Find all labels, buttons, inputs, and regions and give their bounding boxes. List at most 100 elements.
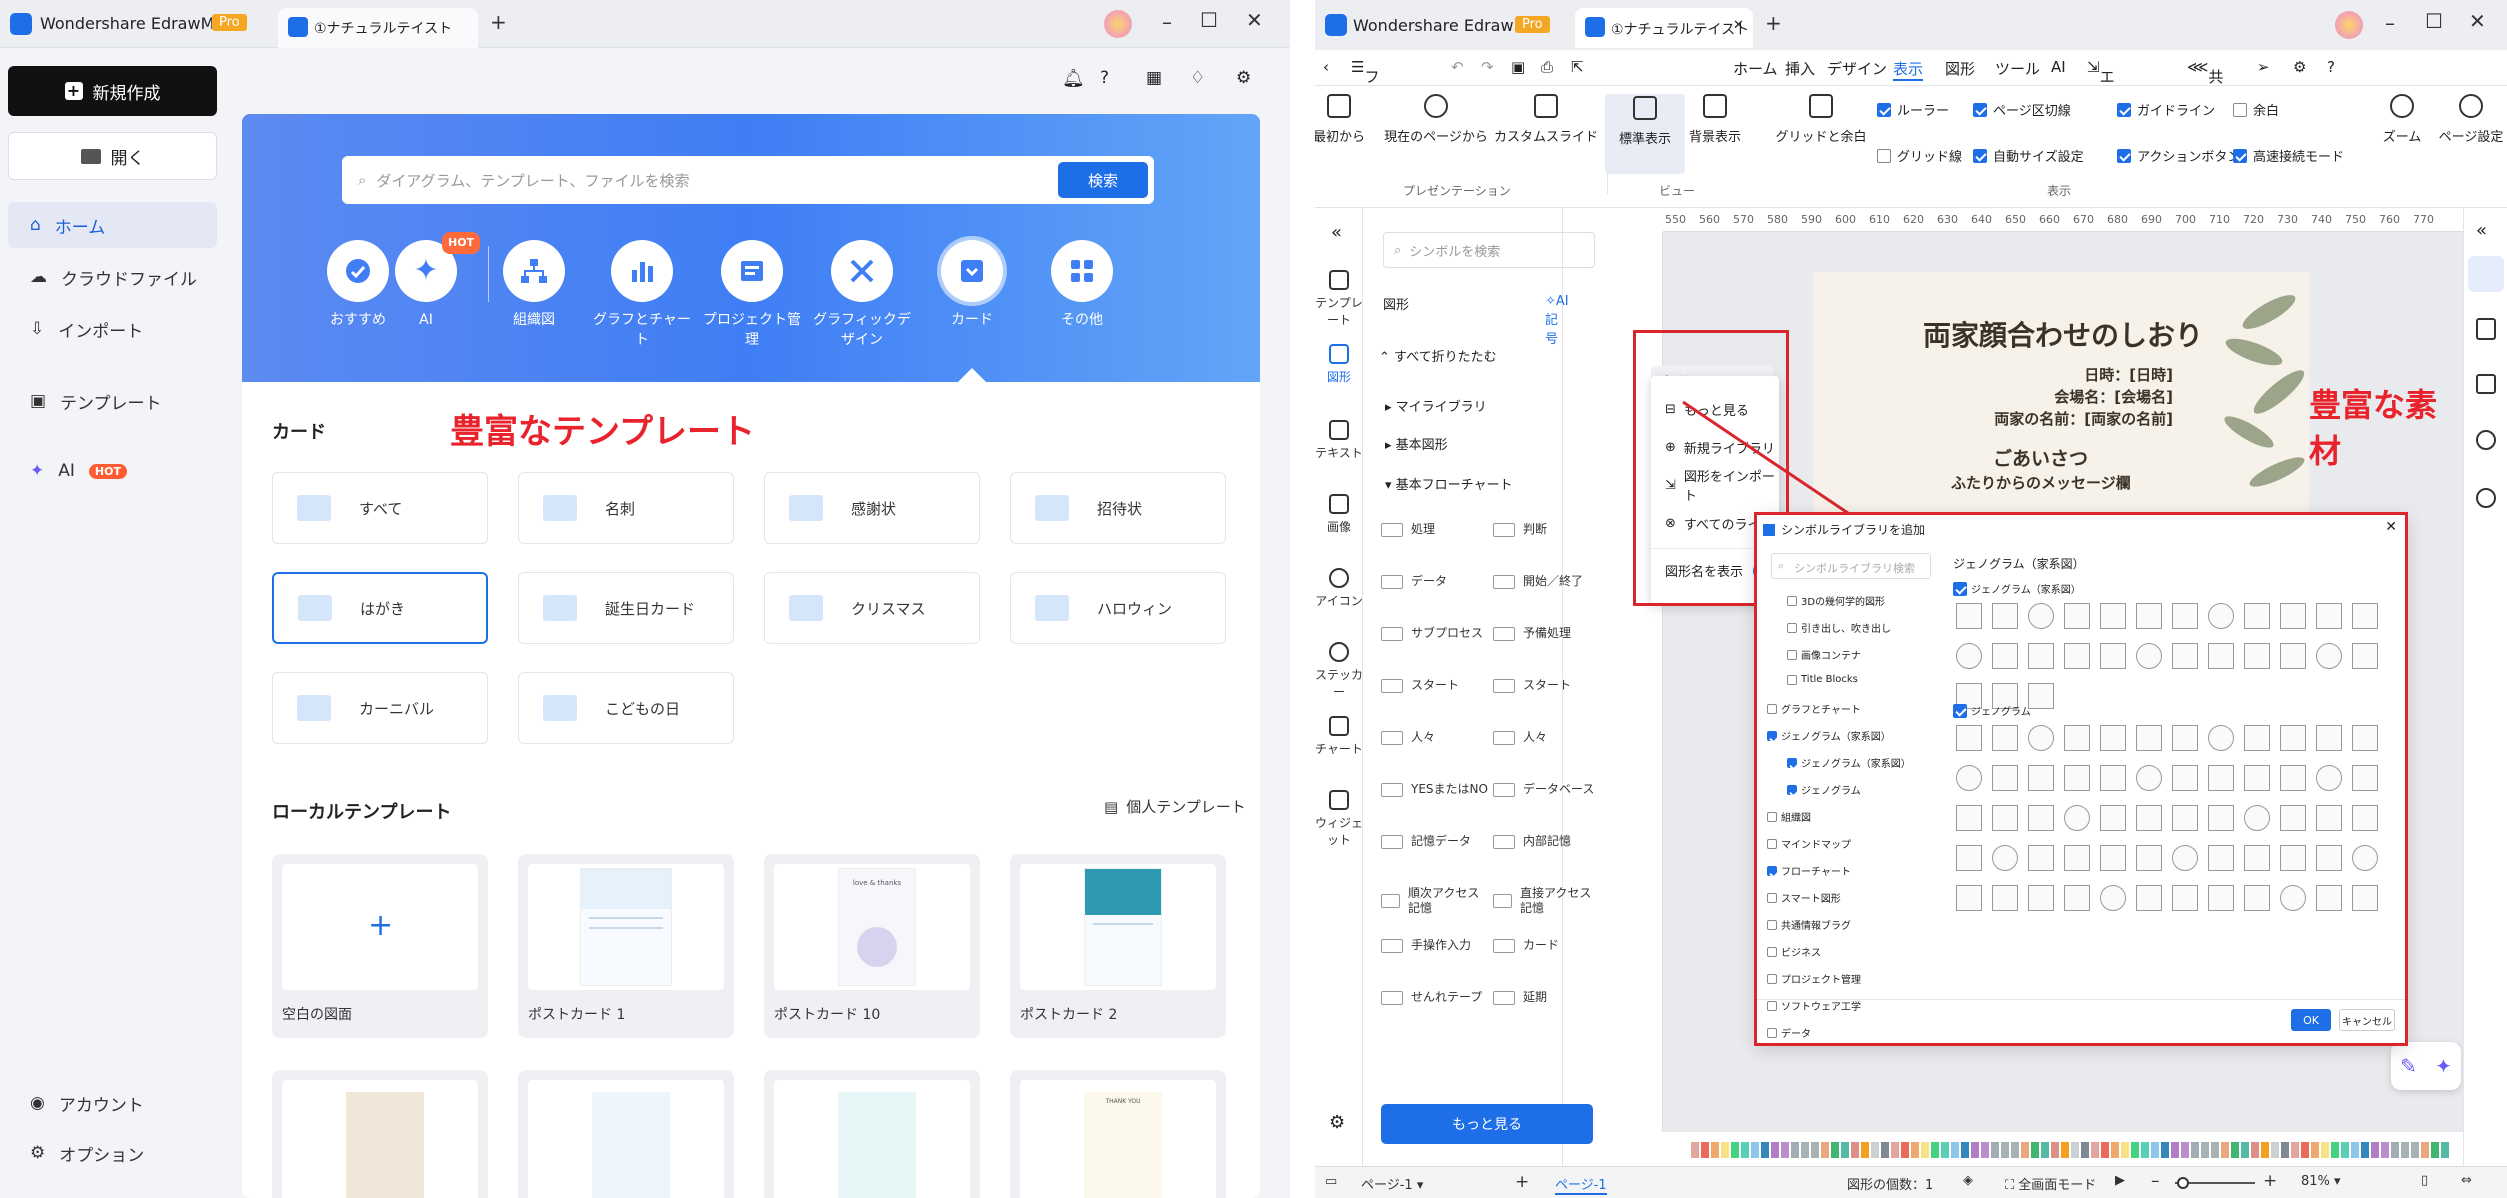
thumb-text: THANK YOU [1105, 1098, 1141, 1105]
doc-tab[interactable]: ①ナチュラルテイスト [278, 8, 478, 48]
sidebar-item-account[interactable]: ◉ アカウント [8, 1080, 217, 1126]
card-label: はがき [360, 599, 406, 618]
card-label: こどもの日 [605, 699, 681, 718]
sidebar-item-label: テンプレート [60, 393, 162, 414]
hot-badge: HOT [442, 232, 481, 254]
category-project[interactable]: プロジェクト管理 [702, 240, 802, 350]
cloud-icon: ☁ [30, 267, 47, 287]
personal-templates-link[interactable]: ▤ 個人テンプレート [1104, 796, 1246, 817]
sidebar-item-cloud[interactable]: ☁ クラウドファイル [8, 254, 217, 300]
category-org-chart[interactable]: 組織図 [484, 240, 584, 330]
project-icon [721, 240, 783, 302]
postcard-thumbnail [282, 1080, 478, 1198]
main-panel: ⌕ ダイアグラム、テンプレート、ファイルを検索 検索 おすすめ ✦ HOT AI 組… [242, 114, 1260, 1198]
card-label: 招待状 [1097, 499, 1143, 518]
close-icon[interactable]: ✕ [1246, 8, 1263, 32]
sidebar-item-label: アカウント [58, 1095, 144, 1116]
category-other[interactable]: その他 [1032, 240, 1132, 330]
sidebar-item-ai[interactable]: ✦ AI HOT [8, 448, 217, 494]
app-title: Wondershare EdrawMax [40, 14, 234, 33]
template-postcard-2[interactable]: ポストカード 2 [1010, 854, 1226, 1038]
avatar[interactable] [1104, 10, 1132, 38]
category-graphic-design[interactable]: グラフィックデザイン [812, 240, 912, 350]
doc-tab-label: ①ナチュラルテイスト [314, 21, 453, 37]
open-button[interactable]: 開く [8, 132, 217, 180]
card-label: 誕生日カード [605, 599, 696, 618]
template-row2[interactable] [764, 1070, 980, 1198]
card-carnival[interactable]: カーニバル [272, 672, 488, 744]
business-card-icon [543, 495, 577, 521]
selection-pointer [958, 368, 986, 382]
category-label: プロジェクト管理 [703, 312, 801, 348]
edrawmax-logo-icon [10, 13, 32, 35]
template-blank[interactable]: + 空白の図面 [272, 854, 488, 1038]
title-bar: Wondershare EdrawMax Pro ①ナチュラルテイスト + – … [0, 0, 1290, 48]
sidebar-item-import[interactable]: ⇩ インポート [8, 306, 217, 352]
template-label: ポストカード 1 [528, 1007, 626, 1023]
window-gap [1290, 0, 1315, 1198]
template-row2[interactable]: THANK YOU [1010, 1070, 1226, 1198]
card-invitation[interactable]: 招待状 [1010, 472, 1226, 544]
maximize-icon[interactable]: ☐ [1200, 8, 1218, 32]
card-label: クリスマス [851, 599, 926, 618]
category-card[interactable]: カード [922, 240, 1022, 330]
sidebar-item-home[interactable]: ⌂ ホーム [8, 202, 217, 248]
card-thanks[interactable]: 感謝状 [764, 472, 980, 544]
sidebar-item-label: ホーム [54, 217, 106, 238]
card-christmas[interactable]: クリスマス [764, 572, 980, 644]
sidebar-item-label: オプション [59, 1145, 145, 1166]
template-postcard-1[interactable]: ポストカード 1 [518, 854, 734, 1038]
search-button[interactable]: 検索 [1058, 162, 1148, 198]
home-icon: ⌂ [30, 215, 41, 235]
apps-icon[interactable]: ▦ [1146, 68, 1162, 88]
new-button-label: 新規作成 [92, 83, 161, 104]
pro-badge: Pro [212, 14, 247, 31]
help-icon[interactable]: ? [1100, 68, 1109, 88]
annotation-materials: 豊富な素材 [2309, 386, 2438, 470]
postcard-thumbnail [1020, 864, 1216, 990]
bar-chart-icon [611, 240, 673, 302]
search-input[interactable]: ⌕ ダイアグラム、テンプレート、ファイルを検索 検索 [342, 156, 1154, 204]
template-row2[interactable] [518, 1070, 734, 1198]
sidebar-item-label: インポート [58, 321, 144, 342]
section-local-title: ローカルテンプレート [272, 802, 452, 823]
category-label: AI [419, 312, 433, 328]
hero-banner: ⌕ ダイアグラム、テンプレート、ファイルを検索 検索 おすすめ ✦ HOT AI 組… [242, 114, 1260, 382]
template-icon: ▤ [1104, 797, 1119, 816]
category-label: グラフとチャート [593, 312, 691, 348]
bell-icon[interactable]: 🔔︎ [1062, 68, 1085, 89]
card-halloween[interactable]: ハロウィン [1010, 572, 1226, 644]
card-childrens-day[interactable]: こどもの日 [518, 672, 734, 744]
template-label: 空白の図面 [282, 1007, 352, 1023]
minimize-icon[interactable]: – [1162, 10, 1172, 34]
card-birthday[interactable]: 誕生日カード [518, 572, 734, 644]
template-row2[interactable] [272, 1070, 488, 1198]
card-icon [941, 240, 1003, 302]
card-postcard[interactable]: はがき [272, 572, 488, 644]
hot-badge: HOT [88, 463, 127, 479]
category-label: その他 [1061, 312, 1103, 328]
template-label: ポストカード 2 [1020, 1007, 1118, 1023]
card-label: ハロウィン [1097, 599, 1173, 618]
template-postcard-10[interactable]: love & thanks ポストカード 10 [764, 854, 980, 1038]
new-tab-icon[interactable]: + [490, 10, 507, 34]
shirt-icon[interactable]: ♢ [1190, 68, 1205, 88]
category-ai[interactable]: ✦ HOT AI [376, 232, 481, 330]
card-business[interactable]: 名刺 [518, 472, 734, 544]
card-all[interactable]: すべて [272, 472, 488, 544]
import-icon: ⇩ [30, 319, 45, 339]
category-label: グラフィックデザイン [813, 312, 911, 348]
card-label: すべて [359, 499, 403, 518]
account-icon: ◉ [30, 1093, 45, 1113]
all-icon [297, 495, 331, 521]
section-card-title: カード [272, 422, 326, 443]
sidebar-item-options[interactable]: ⚙ オプション [8, 1130, 217, 1176]
document-icon [288, 17, 308, 37]
settings-gear-icon[interactable]: ⚙ [1236, 68, 1251, 88]
sidebar-item-template[interactable]: ▣ テンプレート [8, 378, 217, 424]
new-button[interactable]: + 新規作成 [8, 66, 217, 116]
search-icon: ⌕ [358, 171, 367, 189]
card-label: カーニバル [359, 699, 435, 718]
left-window: Wondershare EdrawMax Pro ①ナチュラルテイスト + – … [0, 0, 1290, 1198]
category-graphs[interactable]: グラフとチャート [592, 240, 692, 350]
